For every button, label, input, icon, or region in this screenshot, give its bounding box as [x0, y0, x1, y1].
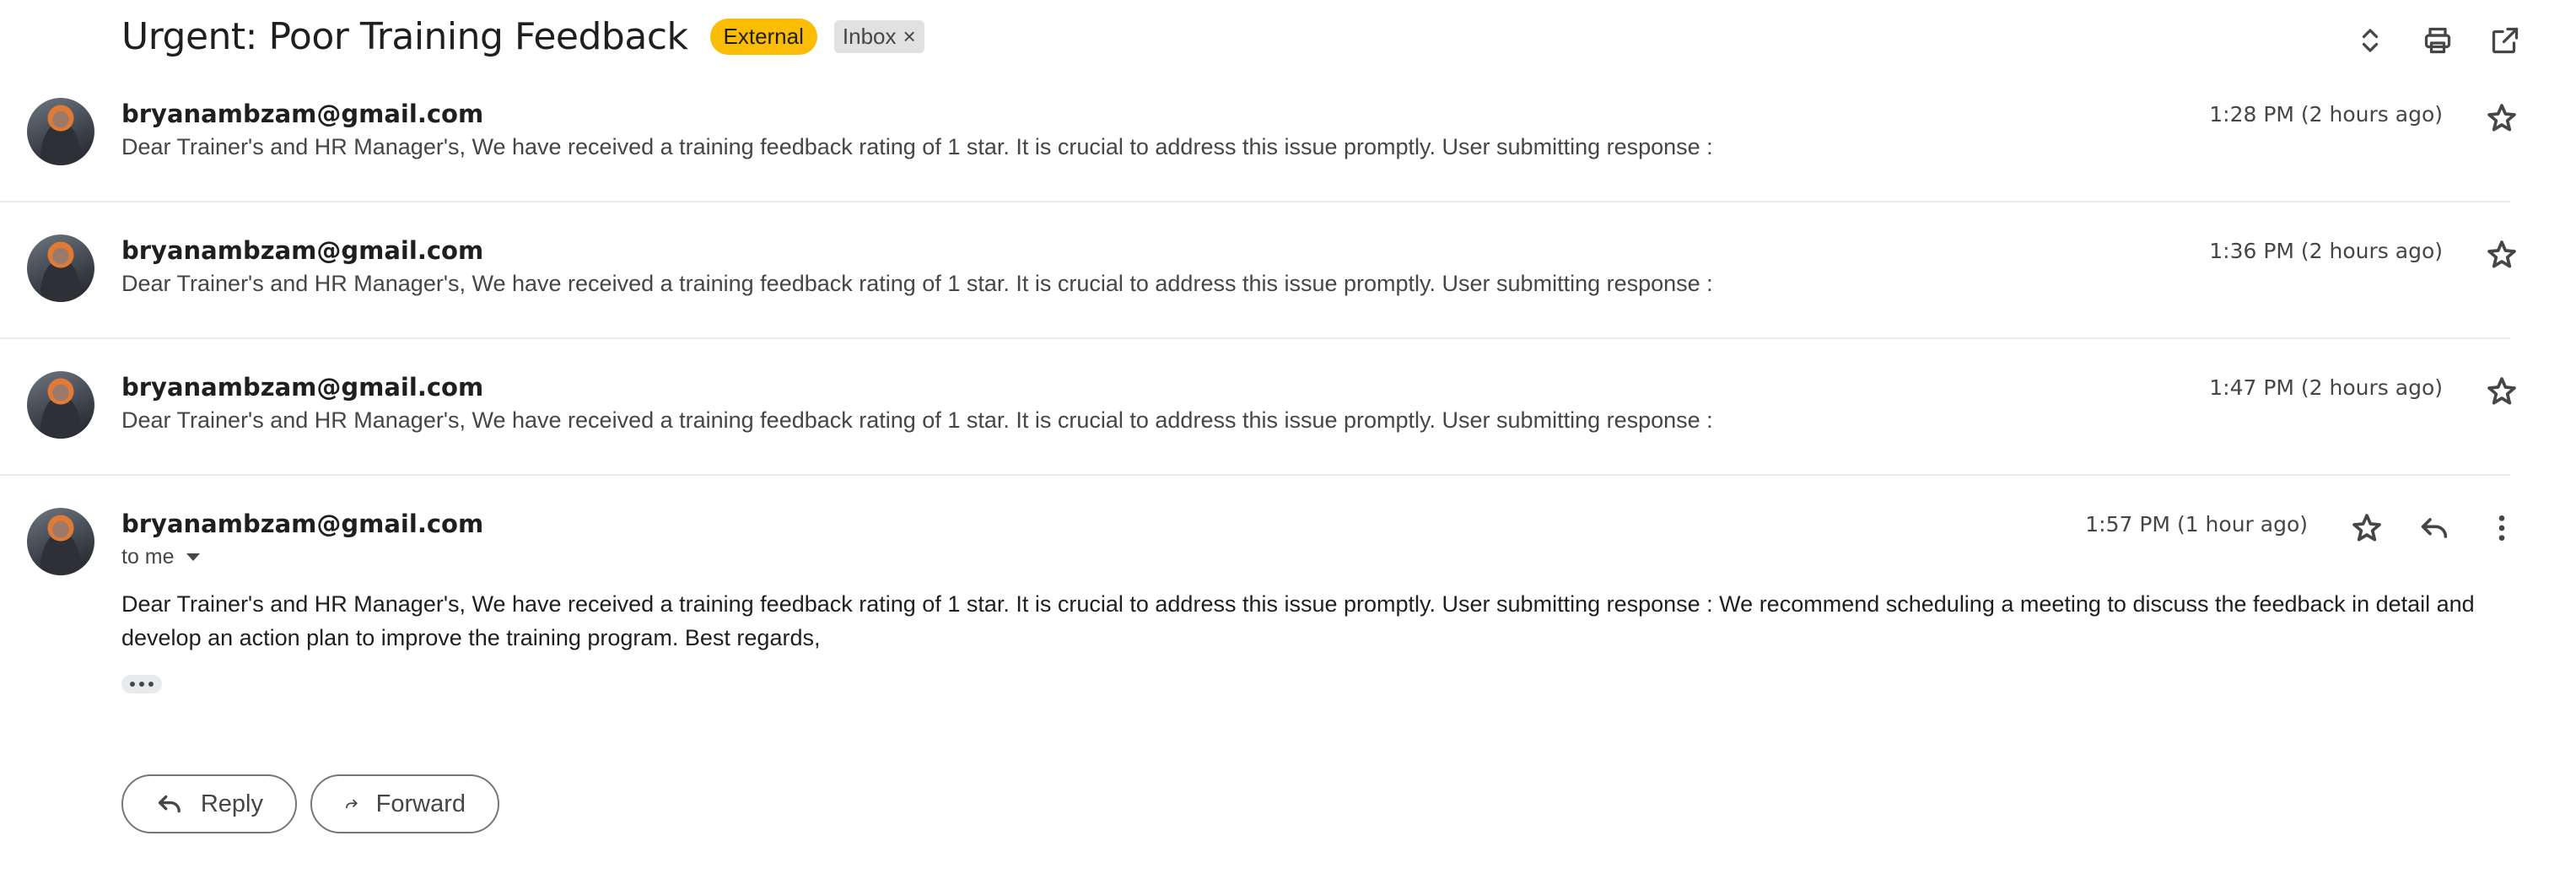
message-snippet: Dear Trainer's and HR Manager's, We have… [121, 134, 1713, 159]
message-time: 1:36 PM (2 hours ago) [2209, 239, 2443, 263]
forward-arrow-icon [346, 799, 358, 809]
avatar [27, 235, 94, 302]
subject-row: Urgent: Poor Training Feedback External … [121, 15, 924, 58]
sender-email: bryanambzam@gmail.com [121, 100, 484, 128]
expand-all-icon[interactable] [2350, 20, 2390, 61]
dot [148, 682, 154, 687]
thread-subject: Urgent: Poor Training Feedback [121, 15, 688, 58]
more-options-icon[interactable] [2485, 511, 2519, 545]
message-collapsed[interactable]: bryanambzam@gmail.com Dear Trainer's and… [0, 66, 2516, 202]
email-thread-view: Urgent: Poor Training Feedback External … [0, 0, 2576, 879]
reply-button[interactable]: Reply [121, 774, 297, 833]
remove-label-icon[interactable]: × [903, 24, 916, 50]
label-external: External [709, 19, 817, 55]
message-collapsed[interactable]: bryanambzam@gmail.com Dear Trainer's and… [0, 202, 2516, 339]
forward-button[interactable]: Forward [310, 774, 499, 833]
message-time: 1:28 PM (2 hours ago) [2209, 102, 2443, 127]
sender-email: bryanambzam@gmail.com [121, 510, 484, 538]
caret-down-icon [186, 553, 200, 561]
print-icon[interactable] [2417, 20, 2458, 61]
avatar [27, 98, 94, 165]
message-snippet: Dear Trainer's and HR Manager's, We have… [121, 407, 1713, 433]
message-body: Dear Trainer's and HR Manager's, We have… [121, 591, 2475, 650]
message-collapsed[interactable]: bryanambzam@gmail.com Dear Trainer's and… [0, 339, 2516, 476]
dot [139, 682, 144, 687]
reply-icon[interactable] [2417, 511, 2451, 545]
label-inbox[interactable]: Inbox × [833, 20, 924, 53]
message-expanded: bryanambzam@gmail.com to me 1:57 PM (1 h… [0, 476, 2510, 879]
sender-email: bryanambzam@gmail.com [121, 373, 484, 402]
recipient-label: to me [121, 545, 175, 569]
message-time: 1:47 PM (2 hours ago) [2209, 375, 2443, 400]
recipient-details-toggle[interactable]: to me [121, 545, 200, 569]
star-icon[interactable] [2485, 101, 2519, 135]
avatar [27, 508, 94, 575]
open-in-new-window-icon[interactable] [2485, 20, 2525, 61]
dot [130, 682, 135, 687]
message-time: 1:57 PM (1 hour ago) [2085, 512, 2308, 537]
message-snippet: Dear Trainer's and HR Manager's, We have… [121, 271, 1713, 296]
reply-arrow-icon [158, 795, 181, 813]
sender-email: bryanambzam@gmail.com [121, 236, 484, 265]
star-icon[interactable] [2350, 511, 2384, 545]
star-icon[interactable] [2485, 375, 2519, 408]
thread-toolbar [2350, 20, 2525, 61]
avatar [27, 371, 94, 439]
forward-label: Forward [375, 790, 466, 817]
label-inbox-text: Inbox [842, 24, 897, 49]
show-trimmed-content-button[interactable] [121, 675, 162, 693]
star-icon[interactable] [2485, 238, 2519, 272]
reply-label: Reply [200, 790, 263, 817]
